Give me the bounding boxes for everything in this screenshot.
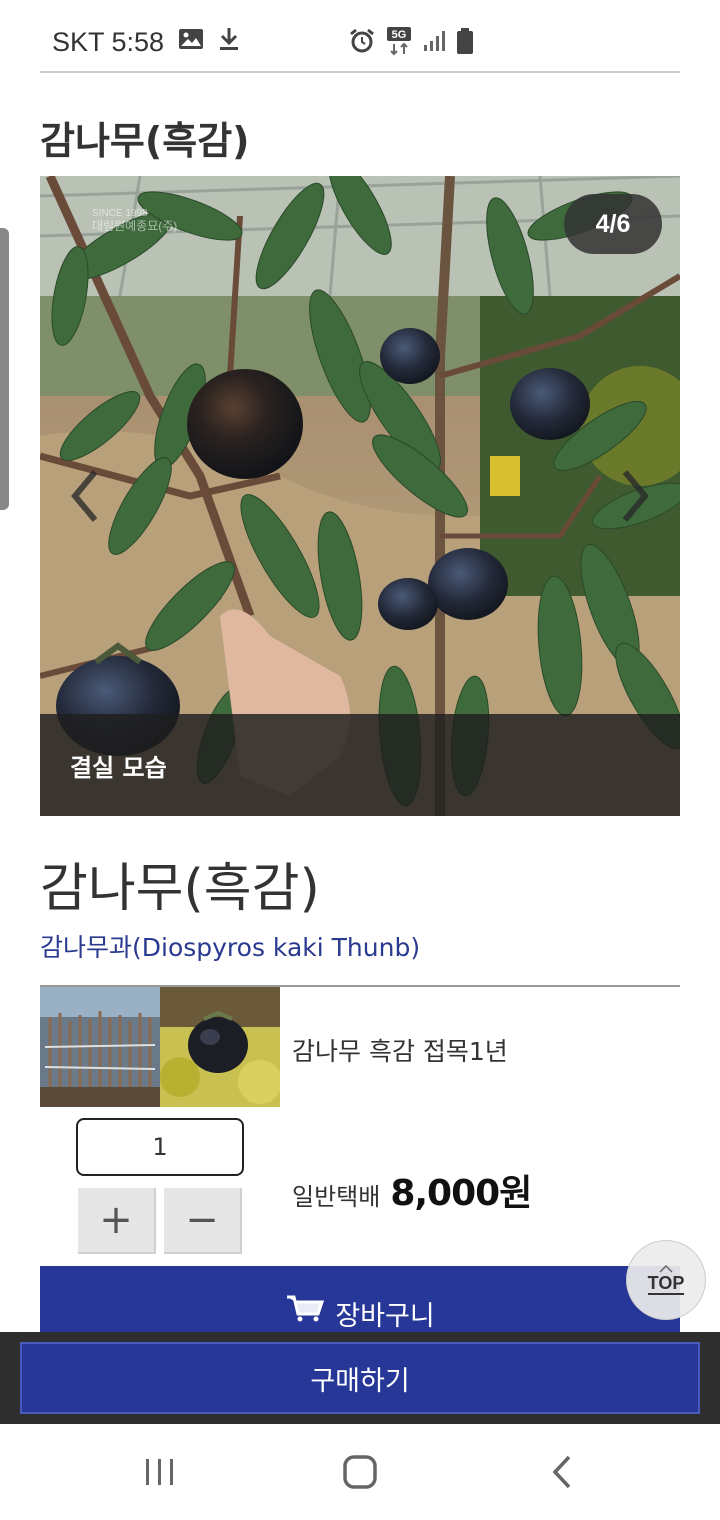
- 5g-icon: 5G: [386, 26, 412, 60]
- caret-up-icon: [659, 1265, 673, 1273]
- recent-apps-icon: [146, 1459, 173, 1485]
- option-thumbnails: [40, 987, 280, 1107]
- status-divider: [40, 71, 680, 73]
- option-name: 감나무 흑감 접목1년: [292, 1037, 508, 1066]
- image-carousel[interactable]: SINCE 1998 대림원예종묘(주) 4/6 결실 모습: [40, 176, 680, 816]
- slide-caption: 결실 모습: [70, 754, 167, 782]
- carousel-next-button[interactable]: [616, 466, 656, 526]
- svg-text:5G: 5G: [392, 29, 407, 41]
- system-nav-bar: [0, 1424, 720, 1520]
- edge-panel-handle[interactable]: [0, 228, 9, 510]
- bottom-action-bar: 구매하기: [0, 1332, 720, 1424]
- battery-icon: [456, 27, 474, 59]
- back-button[interactable]: [532, 1446, 592, 1498]
- cart-label: 장바구니: [335, 1301, 435, 1332]
- slide-counter: 4/6: [564, 194, 662, 254]
- alarm-icon: [348, 27, 376, 59]
- thumbnail-seedlings: [40, 987, 160, 1107]
- price-value: 8,000원: [390, 1173, 532, 1214]
- watermark-company: 대림원예종묘(주): [92, 219, 177, 233]
- cart-icon: [287, 1295, 325, 1322]
- quantity-decrease-button[interactable]: −: [164, 1188, 242, 1254]
- image-icon: [178, 27, 204, 58]
- home-button[interactable]: [330, 1446, 390, 1498]
- status-bar: SKT 5:58 5G: [0, 0, 720, 73]
- price-row: 일반택배 8,000원: [292, 1164, 532, 1216]
- page-title: 감나무(흑감): [40, 119, 250, 163]
- status-icons: 5G: [348, 26, 474, 60]
- recent-apps-button[interactable]: [130, 1446, 190, 1498]
- carousel-prev-button[interactable]: [64, 466, 104, 526]
- carrier-time: SKT 5:58: [52, 27, 165, 57]
- signal-icon: [422, 29, 446, 57]
- download-icon: [218, 26, 240, 59]
- buy-button[interactable]: 구매하기: [20, 1342, 700, 1414]
- product-name: 감나무(흑감): [40, 859, 320, 919]
- back-icon: [552, 1455, 571, 1489]
- caption-bar: 결실 모습: [40, 714, 680, 816]
- quantity-input[interactable]: 1: [76, 1118, 244, 1176]
- top-label: TOP: [647, 1273, 685, 1295]
- status-left: SKT 5:58: [52, 26, 240, 59]
- home-icon: [343, 1455, 377, 1489]
- thumbnail-fruit: [160, 987, 280, 1107]
- product-scientific-name: 감나무과(Diospyros kaki Thunb): [40, 933, 421, 962]
- shipping-label: 일반택배: [292, 1183, 381, 1211]
- watermark-since: SINCE 1998: [92, 208, 148, 219]
- scroll-top-button[interactable]: TOP: [626, 1240, 706, 1320]
- quantity-increase-button[interactable]: +: [78, 1188, 156, 1254]
- chevron-right-icon: [622, 470, 649, 522]
- chevron-left-icon: [71, 470, 98, 522]
